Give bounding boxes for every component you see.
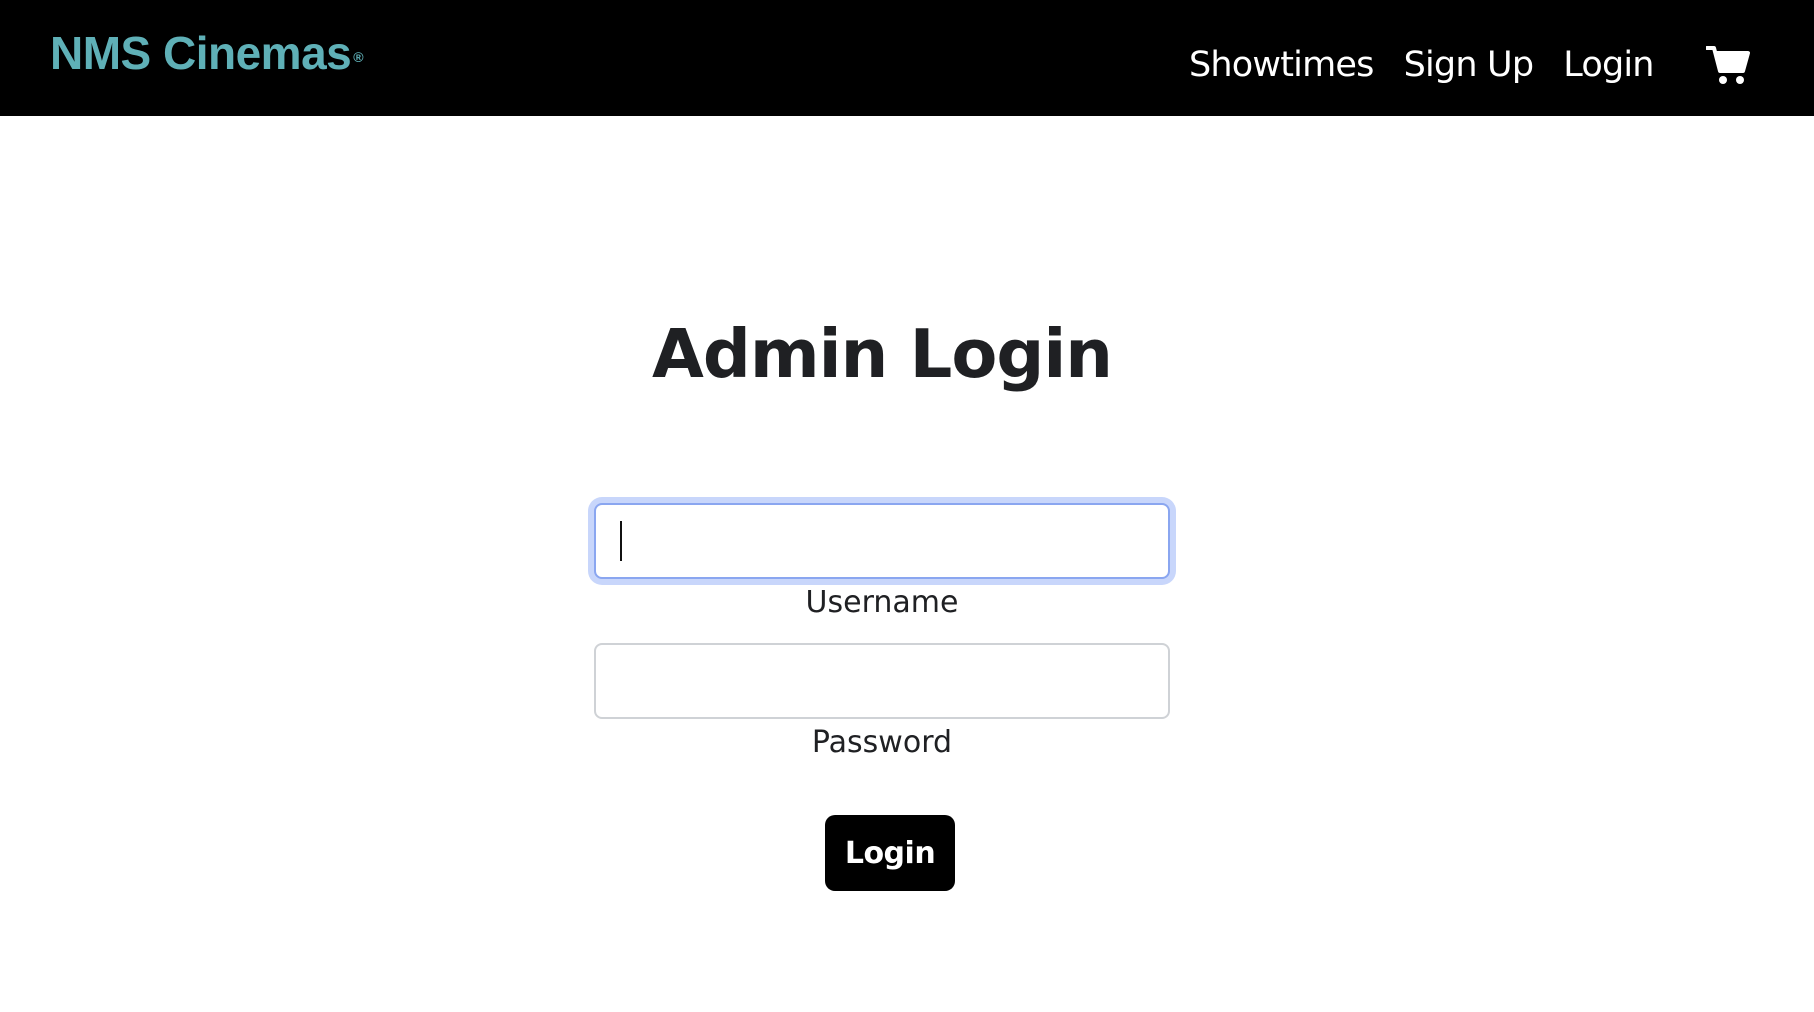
nav-showtimes-link[interactable]: Showtimes (1189, 40, 1374, 90)
username-label: Username (805, 585, 959, 620)
login-button[interactable]: Login (825, 815, 955, 891)
navbar: NMS Cinemas ® Showtimes Sign Up Login (0, 0, 1814, 116)
page-title: Admin Login (652, 315, 1113, 393)
username-input[interactable] (594, 503, 1170, 579)
text-caret (620, 521, 622, 561)
brand-logo-link[interactable]: NMS Cinemas ® (50, 26, 364, 80)
registered-mark: ® (353, 49, 364, 65)
password-input[interactable] (594, 643, 1170, 719)
nav-signup-link[interactable]: Sign Up (1404, 40, 1535, 90)
password-label: Password (811, 725, 953, 760)
nav-login-link[interactable]: Login (1563, 40, 1654, 90)
brand-name: NMS Cinemas (50, 27, 352, 79)
login-page: Admin Login Username Password Login (0, 116, 1814, 1012)
shopping-cart-icon[interactable] (1705, 44, 1750, 86)
nav-links: Showtimes Sign Up Login (1189, 40, 1654, 90)
